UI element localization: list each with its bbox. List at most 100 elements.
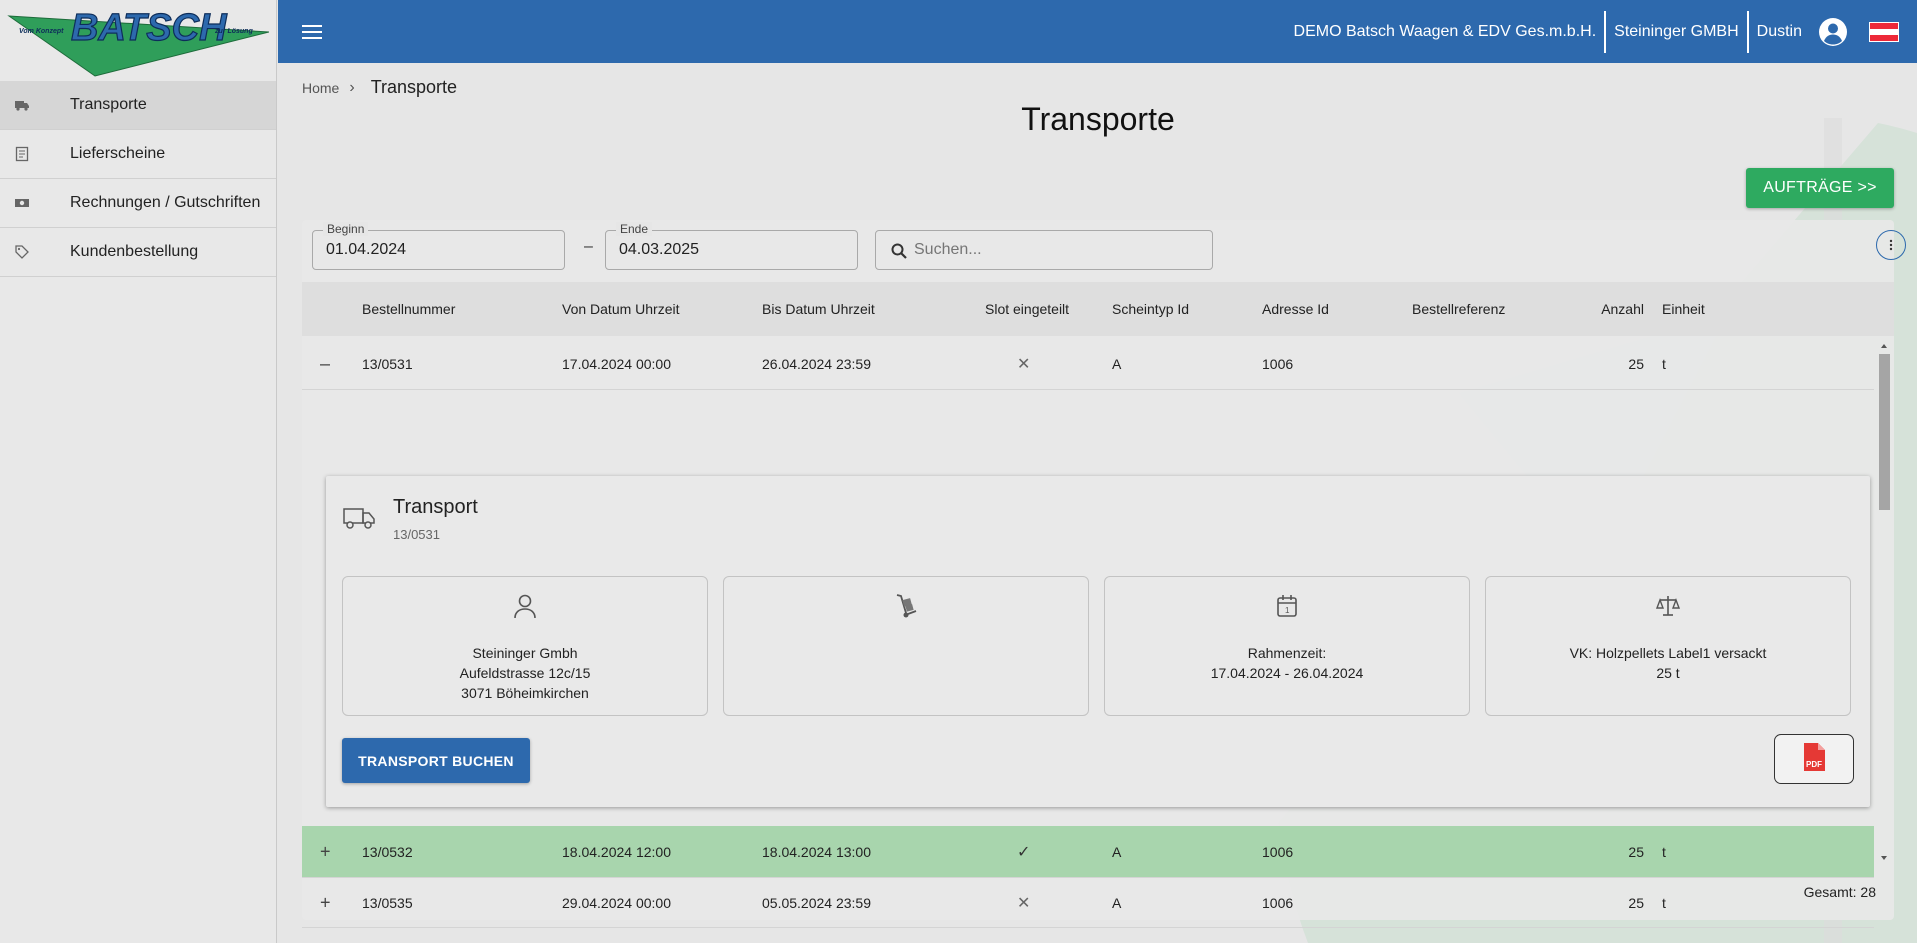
product-quantity: 25 t: [1656, 665, 1680, 681]
cross-icon: ✕: [1017, 894, 1031, 912]
top-bar: DEMO Batsch Waagen & EDV Ges.m.b.H. Stei…: [278, 0, 1917, 63]
divider: [1604, 10, 1607, 53]
customer-street: Aufeldstrasse 12c/15: [459, 665, 591, 681]
batsch-logo[interactable]: Vom Konzept BATSCH zur Lösung: [0, 0, 276, 81]
cell-von: 29.04.2024 00:00: [562, 894, 671, 911]
transport-buchen-button[interactable]: TRANSPORT BUCHEN: [342, 738, 530, 783]
breadcrumb-home[interactable]: Home: [302, 80, 339, 96]
column-header[interactable]: Anzahl: [1601, 301, 1644, 317]
cell-bis: 05.05.2024 23:59: [762, 894, 871, 911]
cell-bestellnummer: 13/0532: [362, 843, 413, 860]
column-header[interactable]: Scheintyp Id: [1112, 301, 1189, 317]
sidebar-item-lieferscheine[interactable]: Lieferscheine: [0, 130, 276, 179]
transport-detail-panel: Transport 13/0531 Steininger Gmbh Aufeld…: [326, 476, 1870, 807]
search-field[interactable]: [875, 230, 1213, 270]
table-row[interactable]: – 13/0531 17.04.2024 00:00 26.04.2024 23…: [302, 338, 1874, 390]
svg-text:zur Lösung: zur Lösung: [214, 28, 253, 35]
cell-adresse: 1006: [1262, 894, 1294, 911]
divider: [1746, 10, 1749, 53]
person-icon: [513, 593, 537, 619]
time-frame-box: 1 Rahmenzeit: 17.04.2024 - 26.04.2024: [1104, 576, 1470, 716]
calendar-icon: 1: [1275, 593, 1299, 619]
time-frame-value: 17.04.2024 - 26.04.2024: [1210, 665, 1364, 681]
svg-text:PDF: PDF: [1806, 760, 1822, 769]
column-header[interactable]: Von Datum Uhrzeit: [562, 301, 680, 317]
cell-von: 17.04.2024 00:00: [562, 355, 671, 372]
detail-title: Transport: [393, 496, 478, 518]
more-options-icon[interactable]: [1876, 230, 1906, 260]
scale-icon: [1655, 593, 1681, 619]
client-name[interactable]: Steininger GMBH: [1614, 23, 1739, 41]
cell-anzahl: 25: [1628, 894, 1644, 911]
pdf-icon: PDF: [1801, 742, 1827, 777]
cell-adresse: 1006: [1262, 843, 1294, 860]
hamburger-menu-icon[interactable]: [300, 20, 324, 44]
sidebar-item-rechnungen[interactable]: Rechnungen / Gutschriften: [0, 179, 276, 228]
cell-von: 18.04.2024 12:00: [562, 843, 671, 860]
begin-date-field[interactable]: Beginn: [312, 222, 565, 270]
cross-icon: ✕: [1017, 355, 1031, 373]
sidebar-item-label: Lieferscheine: [70, 145, 166, 162]
table-scrollbar[interactable]: [1876, 338, 1892, 868]
column-header[interactable]: Einheit: [1662, 301, 1705, 317]
pdf-download-button[interactable]: PDF: [1774, 734, 1854, 784]
collapse-icon[interactable]: –: [320, 353, 330, 374]
page-title: Transporte: [1021, 101, 1175, 137]
cell-anzahl: 25: [1628, 355, 1644, 372]
end-date-field[interactable]: Ende: [605, 222, 858, 270]
austria-flag-icon[interactable]: [1869, 21, 1899, 42]
product-name: VK: Holzpellets Label1 versackt: [1569, 645, 1767, 661]
column-header[interactable]: Bis Datum Uhrzeit: [762, 301, 875, 317]
money-icon: [0, 195, 70, 211]
sidebar: Vom Konzept BATSCH zur Lösung Transporte…: [0, 0, 277, 943]
truck-icon: [343, 504, 375, 532]
scrollbar-thumb[interactable]: [1879, 354, 1890, 510]
column-header[interactable]: Bestellreferenz: [1412, 301, 1505, 317]
sidebar-item-label: Rechnungen / Gutschriften: [70, 194, 261, 211]
search-input[interactable]: [876, 231, 1212, 269]
begin-date-input[interactable]: [313, 231, 564, 269]
column-header[interactable]: Adresse Id: [1262, 301, 1329, 317]
product-box: VK: Holzpellets Label1 versackt 25 t: [1485, 576, 1851, 716]
cell-scheintyp: A: [1112, 894, 1122, 911]
end-date-input[interactable]: [606, 231, 857, 269]
date-range-separator: –: [584, 238, 593, 255]
truck-icon: [0, 97, 70, 113]
receipt-icon: [0, 146, 70, 162]
account-circle-icon[interactable]: [1817, 16, 1849, 48]
sidebar-item-kundenbestellung[interactable]: Kundenbestellung: [0, 228, 276, 277]
cell-einheit: t: [1662, 894, 1666, 911]
detail-subtitle: 13/0531: [393, 527, 440, 542]
svg-text:BATSCH: BATSCH: [71, 7, 228, 49]
table-row[interactable]: + 13/0532 18.04.2024 12:00 18.04.2024 13…: [302, 826, 1874, 878]
breadcrumb: Home › Transporte: [302, 77, 457, 98]
cell-adresse: 1006: [1262, 355, 1294, 372]
cell-einheit: t: [1662, 843, 1666, 860]
customer-name: Steininger Gmbh: [472, 645, 578, 661]
cell-bestellnummer: 13/0535: [362, 894, 413, 911]
sidebar-item-label: Kundenbestellung: [70, 243, 199, 260]
cell-scheintyp: A: [1112, 843, 1122, 860]
cell-scheintyp: A: [1112, 355, 1122, 372]
cell-bis: 26.04.2024 23:59: [762, 355, 871, 372]
auftraege-button[interactable]: AUFTRÄGE >>: [1746, 168, 1894, 208]
table-row[interactable]: + 13/0535 29.04.2024 00:00 05.05.2024 23…: [302, 878, 1874, 928]
column-header[interactable]: Bestellnummer: [362, 301, 455, 317]
user-name[interactable]: Dustin: [1757, 23, 1802, 41]
sidebar-item-transporte[interactable]: Transporte: [0, 81, 276, 130]
hand-truck-icon: [894, 593, 918, 619]
company-name[interactable]: DEMO Batsch Waagen & EDV Ges.m.b.H.: [1294, 23, 1597, 41]
time-frame-label: Rahmenzeit:: [1247, 645, 1327, 661]
expand-icon[interactable]: +: [320, 841, 331, 862]
column-header[interactable]: Slot eingeteilt: [985, 301, 1069, 317]
chevron-right-icon: ›: [349, 78, 355, 96]
expand-icon[interactable]: +: [320, 892, 331, 913]
loading-box: [723, 576, 1089, 716]
table-header: Bestellnummer Von Datum Uhrzeit Bis Datu…: [302, 282, 1894, 336]
svg-text:1: 1: [1285, 606, 1290, 615]
cell-bestellnummer: 13/0531: [362, 355, 413, 372]
cell-bis: 18.04.2024 13:00: [762, 843, 871, 860]
breadcrumb-current: Transporte: [370, 77, 458, 97]
customer-city: 3071 Böheimkirchen: [461, 685, 589, 701]
main-content: Home › Transporte Transporte AUFTRÄGE >>…: [278, 63, 1917, 943]
